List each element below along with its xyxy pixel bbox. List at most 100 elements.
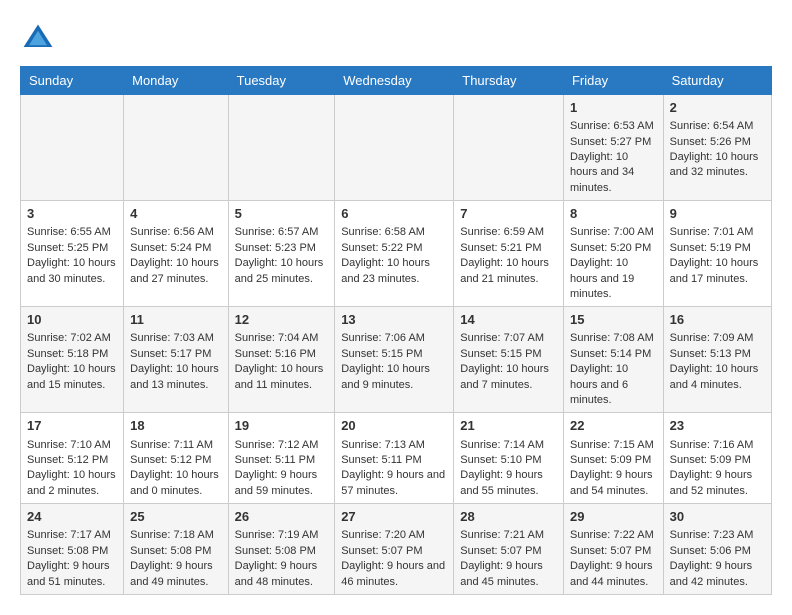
day-info: Daylight: 10 hours and 30 minutes.: [27, 256, 117, 287]
day-number: 13: [341, 311, 447, 329]
day-info: Sunrise: 6:55 AM: [27, 225, 117, 240]
day-info: Sunrise: 7:00 AM: [570, 225, 657, 240]
day-info: Sunrise: 7:14 AM: [460, 438, 557, 453]
day-number: 10: [27, 311, 117, 329]
day-number: 28: [460, 508, 557, 526]
day-info: Daylight: 10 hours and 23 minutes.: [341, 256, 447, 287]
day-info: Daylight: 10 hours and 7 minutes.: [460, 362, 557, 393]
day-info: Sunrise: 6:56 AM: [130, 225, 222, 240]
weekday-header: Thursday: [454, 67, 564, 95]
day-info: Sunrise: 6:53 AM: [570, 119, 657, 134]
day-info: Sunrise: 7:15 AM: [570, 438, 657, 453]
calendar-cell: [228, 95, 335, 201]
calendar-cell: 15Sunrise: 7:08 AMSunset: 5:14 PMDayligh…: [563, 307, 663, 413]
day-info: Sunrise: 7:09 AM: [670, 331, 765, 346]
calendar-body: 1Sunrise: 6:53 AMSunset: 5:27 PMDaylight…: [21, 95, 772, 595]
calendar-week: 17Sunrise: 7:10 AMSunset: 5:12 PMDayligh…: [21, 413, 772, 504]
day-info: Sunset: 5:16 PM: [235, 347, 329, 362]
day-info: Sunrise: 7:21 AM: [460, 528, 557, 543]
day-info: Sunset: 5:13 PM: [670, 347, 765, 362]
day-number: 2: [670, 99, 765, 117]
day-number: 3: [27, 205, 117, 223]
day-info: Sunrise: 7:13 AM: [341, 438, 447, 453]
day-info: Sunrise: 7:16 AM: [670, 438, 765, 453]
day-info: Sunset: 5:10 PM: [460, 453, 557, 468]
day-info: Sunrise: 7:17 AM: [27, 528, 117, 543]
day-info: Sunset: 5:06 PM: [670, 544, 765, 559]
header-row: SundayMondayTuesdayWednesdayThursdayFrid…: [21, 67, 772, 95]
day-info: Daylight: 9 hours and 57 minutes.: [341, 468, 447, 499]
day-info: Daylight: 10 hours and 34 minutes.: [570, 150, 657, 196]
day-info: Sunrise: 6:57 AM: [235, 225, 329, 240]
day-info: Sunset: 5:12 PM: [130, 453, 222, 468]
calendar-cell: [454, 95, 564, 201]
day-number: 5: [235, 205, 329, 223]
calendar-cell: 5Sunrise: 6:57 AMSunset: 5:23 PMDaylight…: [228, 201, 335, 307]
day-number: 4: [130, 205, 222, 223]
day-info: Sunset: 5:15 PM: [341, 347, 447, 362]
weekday-header: Sunday: [21, 67, 124, 95]
day-number: 12: [235, 311, 329, 329]
calendar-cell: 26Sunrise: 7:19 AMSunset: 5:08 PMDayligh…: [228, 504, 335, 595]
day-info: Daylight: 9 hours and 44 minutes.: [570, 559, 657, 590]
day-info: Sunset: 5:08 PM: [27, 544, 117, 559]
calendar-cell: 17Sunrise: 7:10 AMSunset: 5:12 PMDayligh…: [21, 413, 124, 504]
weekday-header: Saturday: [663, 67, 771, 95]
day-info: Sunset: 5:11 PM: [235, 453, 329, 468]
calendar-week: 10Sunrise: 7:02 AMSunset: 5:18 PMDayligh…: [21, 307, 772, 413]
logo: [20, 20, 60, 56]
day-info: Sunrise: 7:07 AM: [460, 331, 557, 346]
day-number: 8: [570, 205, 657, 223]
calendar-cell: 22Sunrise: 7:15 AMSunset: 5:09 PMDayligh…: [563, 413, 663, 504]
day-number: 11: [130, 311, 222, 329]
day-info: Daylight: 10 hours and 15 minutes.: [27, 362, 117, 393]
day-number: 19: [235, 417, 329, 435]
day-number: 20: [341, 417, 447, 435]
day-number: 22: [570, 417, 657, 435]
day-number: 7: [460, 205, 557, 223]
day-info: Daylight: 9 hours and 49 minutes.: [130, 559, 222, 590]
day-info: Sunrise: 7:23 AM: [670, 528, 765, 543]
day-info: Sunset: 5:22 PM: [341, 241, 447, 256]
day-info: Sunset: 5:09 PM: [570, 453, 657, 468]
calendar-cell: 7Sunrise: 6:59 AMSunset: 5:21 PMDaylight…: [454, 201, 564, 307]
day-number: 25: [130, 508, 222, 526]
weekday-header: Monday: [124, 67, 229, 95]
calendar-cell: 6Sunrise: 6:58 AMSunset: 5:22 PMDaylight…: [335, 201, 454, 307]
day-info: Sunset: 5:21 PM: [460, 241, 557, 256]
day-number: 24: [27, 508, 117, 526]
day-number: 16: [670, 311, 765, 329]
calendar-cell: [124, 95, 229, 201]
day-info: Sunset: 5:25 PM: [27, 241, 117, 256]
calendar-week: 24Sunrise: 7:17 AMSunset: 5:08 PMDayligh…: [21, 504, 772, 595]
calendar-cell: 25Sunrise: 7:18 AMSunset: 5:08 PMDayligh…: [124, 504, 229, 595]
day-number: 30: [670, 508, 765, 526]
day-info: Daylight: 10 hours and 25 minutes.: [235, 256, 329, 287]
calendar-week: 3Sunrise: 6:55 AMSunset: 5:25 PMDaylight…: [21, 201, 772, 307]
calendar-cell: 28Sunrise: 7:21 AMSunset: 5:07 PMDayligh…: [454, 504, 564, 595]
day-info: Sunset: 5:08 PM: [130, 544, 222, 559]
day-number: 1: [570, 99, 657, 117]
day-info: Daylight: 9 hours and 42 minutes.: [670, 559, 765, 590]
calendar-cell: 29Sunrise: 7:22 AMSunset: 5:07 PMDayligh…: [563, 504, 663, 595]
calendar-cell: 20Sunrise: 7:13 AMSunset: 5:11 PMDayligh…: [335, 413, 454, 504]
day-info: Daylight: 9 hours and 45 minutes.: [460, 559, 557, 590]
day-info: Sunset: 5:26 PM: [670, 135, 765, 150]
calendar-cell: 2Sunrise: 6:54 AMSunset: 5:26 PMDaylight…: [663, 95, 771, 201]
day-info: Sunrise: 7:19 AM: [235, 528, 329, 543]
calendar-cell: 24Sunrise: 7:17 AMSunset: 5:08 PMDayligh…: [21, 504, 124, 595]
calendar-week: 1Sunrise: 6:53 AMSunset: 5:27 PMDaylight…: [21, 95, 772, 201]
calendar-cell: 14Sunrise: 7:07 AMSunset: 5:15 PMDayligh…: [454, 307, 564, 413]
day-info: Sunset: 5:18 PM: [27, 347, 117, 362]
day-number: 29: [570, 508, 657, 526]
day-info: Sunset: 5:07 PM: [341, 544, 447, 559]
calendar-table: SundayMondayTuesdayWednesdayThursdayFrid…: [20, 66, 772, 595]
day-info: Sunrise: 7:20 AM: [341, 528, 447, 543]
page-header: [20, 20, 772, 56]
day-info: Daylight: 10 hours and 17 minutes.: [670, 256, 765, 287]
day-info: Daylight: 10 hours and 4 minutes.: [670, 362, 765, 393]
calendar-cell: 19Sunrise: 7:12 AMSunset: 5:11 PMDayligh…: [228, 413, 335, 504]
day-info: Sunset: 5:15 PM: [460, 347, 557, 362]
calendar-cell: 27Sunrise: 7:20 AMSunset: 5:07 PMDayligh…: [335, 504, 454, 595]
weekday-header: Friday: [563, 67, 663, 95]
